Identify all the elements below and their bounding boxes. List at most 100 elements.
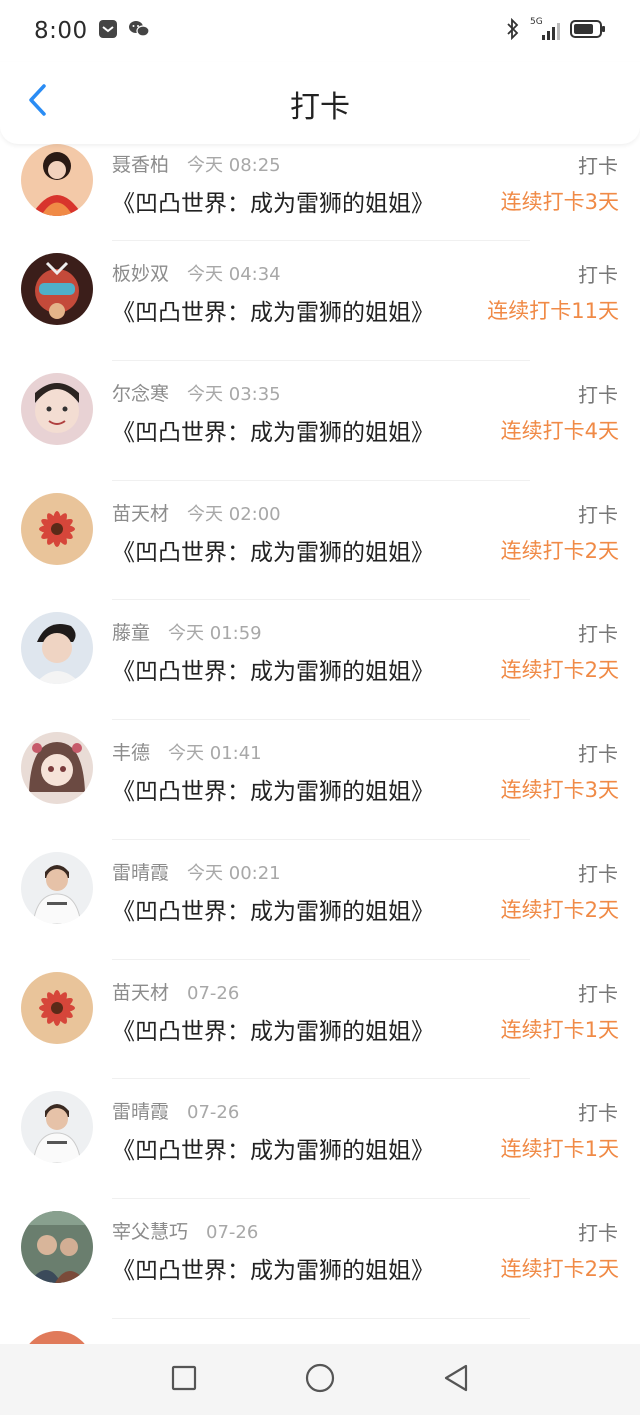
book-title[interactable]: 《凹凸世界：成为雷狮的姐姐》 xyxy=(112,413,434,447)
checkin-time: 今天 02:00 xyxy=(187,503,281,525)
signal-icon: 5G xyxy=(530,17,560,41)
streak-label: 连续打卡2天 xyxy=(500,897,619,922)
action-label: 打卡 xyxy=(578,622,618,647)
name-line: 藤童 今天 01:59 xyxy=(112,618,262,645)
action-label: 打卡 xyxy=(578,861,618,886)
book-title[interactable]: 《凹凸世界：成为雷狮的姐姐》 xyxy=(112,772,434,806)
book-title[interactable]: 《凹凸世界：成为雷狮的姐姐》 xyxy=(112,184,434,218)
bluetooth-icon xyxy=(506,17,520,44)
user-name[interactable]: 苗天材 xyxy=(112,499,169,526)
streak-label: 连续打卡3天 xyxy=(500,190,619,214)
streak-label: 连续打卡3天 xyxy=(500,778,619,802)
streak-label: 连续打卡11天 xyxy=(487,299,619,323)
action-label: 打卡 xyxy=(578,1221,618,1245)
action-label: 打卡 xyxy=(578,263,618,287)
home-circle-icon xyxy=(304,1362,336,1398)
checkin-list: 聂香柏 今天 08:25 《凹凸世界：成为雷狮的姐姐》 打卡 连续打卡3天 板妙… xyxy=(0,144,640,1344)
checkin-row[interactable]: 丰德 今天 01:41 《凹凸世界：成为雷狮的姐姐》 打卡 连续打卡3天 xyxy=(0,720,640,840)
streak-label: 连续打卡1天 xyxy=(500,1137,619,1162)
action-label: 打卡 xyxy=(578,981,618,1006)
avatar[interactable] xyxy=(21,492,93,565)
name-line: 板妙双 今天 04:34 xyxy=(112,259,281,286)
checkin-row[interactable]: 板妙双 今天 04:34 《凹凸世界：成为雷狮的姐姐》 打卡 连续打卡11天 xyxy=(0,241,640,361)
action-label: 打卡 xyxy=(578,1101,618,1126)
system-nav-bar xyxy=(0,1344,640,1415)
checkin-row[interactable]: 宰父慧巧 07-26 《凹凸世界：成为雷狮的姐姐》 打卡 连续打卡2天 xyxy=(0,1199,640,1319)
checkin-row[interactable]: 聂香柏 今天 08:25 《凹凸世界：成为雷狮的姐姐》 打卡 连续打卡3天 xyxy=(0,144,640,241)
user-name[interactable]: 藤童 xyxy=(112,618,150,645)
checkin-time: 07-26 xyxy=(187,982,240,1004)
page-title: 打卡 xyxy=(290,90,350,125)
checkin-time: 07-26 xyxy=(187,1102,240,1124)
back-triangle-icon xyxy=(442,1363,470,1397)
recent-apps-button[interactable] xyxy=(164,1360,204,1400)
book-title[interactable]: 《凹凸世界：成为雷狮的姐姐》 xyxy=(112,1251,434,1285)
checkin-row[interactable]: 苗天材 今天 02:00 《凹凸世界：成为雷狮的姐姐》 打卡 连续打卡2天 xyxy=(0,481,640,601)
checkin-time: 今天 03:35 xyxy=(187,383,281,405)
avatar[interactable] xyxy=(21,253,93,325)
streak-label: 连续打卡2天 xyxy=(500,658,619,683)
name-line: 尔念寒 今天 03:35 xyxy=(112,379,281,406)
user-name[interactable]: 雷晴霞 xyxy=(112,858,169,885)
name-line: 聂香柏 今天 08:25 xyxy=(112,150,281,177)
checkin-row[interactable]: 藤童 今天 01:59 《凹凸世界：成为雷狮的姐姐》 打卡 连续打卡2天 xyxy=(0,600,640,720)
status-bar: 8:00 5G xyxy=(0,0,640,62)
checkin-time: 今天 01:41 xyxy=(168,743,262,764)
name-line: 苗天材 今天 02:00 xyxy=(112,499,281,526)
avatar[interactable] xyxy=(21,971,93,1044)
user-name[interactable]: 聂香柏 xyxy=(112,150,169,177)
user-name[interactable]: 雷晴霞 xyxy=(112,1097,169,1124)
status-right: 5G xyxy=(506,17,606,44)
home-button[interactable] xyxy=(300,1360,340,1400)
name-line: 雷晴霞 07-26 xyxy=(112,1097,239,1124)
network-label: 5G xyxy=(530,17,543,27)
header: 打卡 xyxy=(0,62,640,144)
status-left: 8:00 xyxy=(34,18,150,44)
action-label: 打卡 xyxy=(578,382,618,407)
streak-label: 连续打卡2天 xyxy=(500,538,619,563)
user-name[interactable]: 尔念寒 xyxy=(112,379,169,406)
user-name[interactable]: 丰德 xyxy=(112,738,150,765)
book-title[interactable]: 《凹凸世界：成为雷狮的姐姐》 xyxy=(112,1131,434,1165)
user-name[interactable]: 苗天材 xyxy=(112,978,169,1005)
avatar[interactable] xyxy=(21,732,93,804)
checkin-time: 今天 00:21 xyxy=(187,862,281,884)
checkin-time: 今天 04:34 xyxy=(187,264,281,285)
avatar[interactable] xyxy=(21,372,93,445)
user-name[interactable]: 宰父慧巧 xyxy=(112,1217,188,1244)
name-line: 雷晴霞 今天 00:21 xyxy=(112,858,281,885)
streak-label: 连续打卡2天 xyxy=(500,1257,619,1281)
book-title[interactable]: 《凹凸世界：成为雷狮的姐姐》 xyxy=(112,892,434,926)
checkin-row[interactable]: 雷晴霞 今天 00:21 《凹凸世界：成为雷狮的姐姐》 打卡 连续打卡2天 xyxy=(0,840,640,960)
avatar[interactable] xyxy=(21,144,93,216)
checkin-row[interactable]: 苗天材 07-26 《凹凸世界：成为雷狮的姐姐》 打卡 连续打卡1天 xyxy=(0,960,640,1080)
avatar[interactable] xyxy=(21,1091,93,1164)
recent-apps-square-icon xyxy=(170,1364,198,1396)
wechat-icon xyxy=(128,19,150,43)
streak-label: 连续打卡1天 xyxy=(500,1017,619,1042)
checkin-time: 07-26 xyxy=(206,1222,259,1243)
notification-square-icon xyxy=(98,19,118,43)
book-title[interactable]: 《凹凸世界：成为雷狮的姐姐》 xyxy=(112,652,434,686)
name-line: 苗天材 07-26 xyxy=(112,978,239,1005)
user-name[interactable]: 板妙双 xyxy=(112,259,169,286)
checkin-row-partial[interactable] xyxy=(0,1319,640,1344)
avatar[interactable] xyxy=(21,612,93,685)
avatar[interactable] xyxy=(21,1211,93,1283)
checkin-row[interactable]: 雷晴霞 07-26 《凹凸世界：成为雷狮的姐姐》 打卡 连续打卡1天 xyxy=(0,1079,640,1199)
avatar[interactable] xyxy=(21,1330,93,1344)
battery-icon xyxy=(570,19,606,43)
action-label: 打卡 xyxy=(578,502,618,527)
checkin-time: 今天 01:59 xyxy=(168,623,262,645)
name-line: 宰父慧巧 07-26 xyxy=(112,1217,258,1244)
book-title[interactable]: 《凹凸世界：成为雷狮的姐姐》 xyxy=(112,293,434,327)
checkin-row[interactable]: 尔念寒 今天 03:35 《凹凸世界：成为雷狮的姐姐》 打卡 连续打卡4天 xyxy=(0,361,640,481)
book-title[interactable]: 《凹凸世界：成为雷狮的姐姐》 xyxy=(112,1012,434,1046)
streak-label: 连续打卡4天 xyxy=(500,418,619,443)
checkin-time: 今天 08:25 xyxy=(187,155,281,176)
avatar[interactable] xyxy=(21,851,93,924)
book-title[interactable]: 《凹凸世界：成为雷狮的姐姐》 xyxy=(112,533,434,567)
system-back-button[interactable] xyxy=(436,1360,476,1400)
action-label: 打卡 xyxy=(578,154,618,178)
name-line: 丰德 今天 01:41 xyxy=(112,738,262,765)
